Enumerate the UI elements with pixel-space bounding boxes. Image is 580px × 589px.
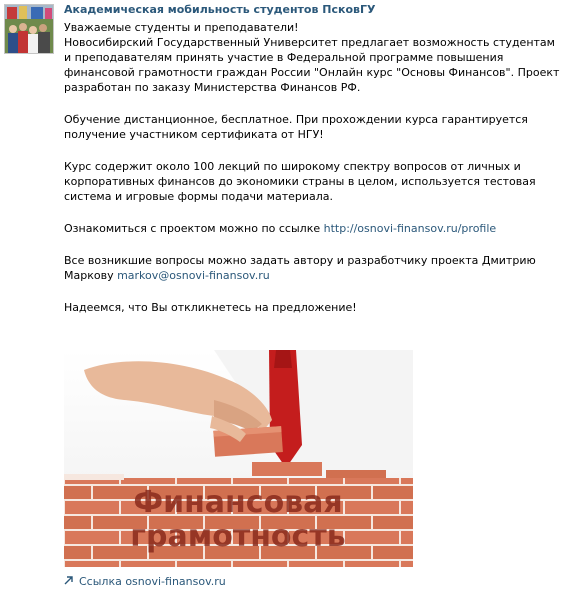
post-paragraph-3: Курс содержит около 100 лекций по широко…	[64, 160, 536, 203]
group-avatar-image	[5, 5, 53, 53]
project-link[interactable]: http://osnovi-finansov.ru/profile	[324, 222, 497, 235]
image-title-line-2: грамотность	[130, 519, 345, 554]
post-paragraph-4: Ознакомиться с проектом можно по ссылке …	[64, 221, 564, 236]
email-link[interactable]: markov@osnovi-finansov.ru	[117, 269, 270, 282]
attachment-label: Ссылка osnovi-finansov.ru	[79, 575, 226, 588]
financial-literacy-image: Финансовая грамотность	[64, 350, 413, 567]
post-text: Уважаемые студенты и преподаватели! Новос…	[64, 20, 564, 315]
post-author-link[interactable]: Академическая мобильность студентов Пско…	[64, 2, 564, 17]
attachment-link[interactable]: Ссылка osnovi-finansov.ru	[64, 574, 226, 588]
post-paragraph-2: Обучение дистанционное, бесплатное. При …	[64, 113, 528, 141]
post-image[interactable]: Финансовая грамотность	[64, 350, 413, 567]
post-intro: Уважаемые студенты и преподаватели! Новос…	[64, 20, 564, 95]
post-paragraph-5: Все возникшие вопросы можно задать автор…	[64, 253, 564, 283]
link-arrow-icon	[64, 574, 74, 589]
wall-post: Академическая мобильность студентов Пско…	[64, 2, 564, 332]
post-paragraph-4-text: Ознакомиться с проектом можно по ссылке	[64, 222, 324, 235]
avatar[interactable]	[4, 4, 54, 54]
post-closing: Надеемся, что Вы откликнетесь на предлож…	[64, 301, 357, 314]
post-intro-text: Новосибирский Государственный Университе…	[64, 36, 560, 94]
image-title-line-1: Финансовая	[133, 485, 342, 520]
post-greeting: Уважаемые студенты и преподаватели!	[64, 21, 299, 34]
